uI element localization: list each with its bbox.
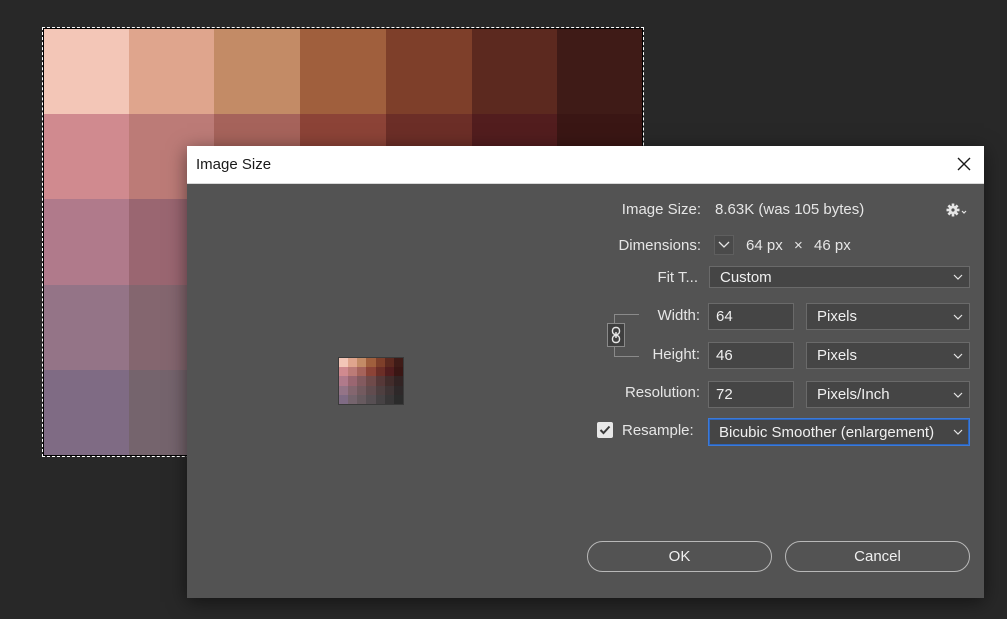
color-swatch [384, 385, 394, 395]
chevron-down-icon [953, 429, 963, 435]
height-label: Height: [652, 346, 700, 363]
color-swatch [375, 376, 385, 386]
color-swatch [339, 376, 349, 386]
color-swatch [300, 28, 386, 114]
color-swatch [339, 394, 349, 404]
chain-link-icon [611, 326, 621, 344]
resolution-input[interactable]: 72 [708, 381, 794, 408]
width-unit-dropdown[interactable]: Pixels [806, 303, 970, 330]
color-swatch [375, 385, 385, 395]
ok-button-label: OK [668, 548, 691, 565]
color-swatch [375, 394, 385, 404]
chevron-down-icon [953, 274, 963, 280]
fit-to-dropdown[interactable]: Custom [709, 266, 970, 288]
color-swatch [393, 358, 403, 368]
color-swatch [393, 385, 403, 395]
resolution-unit-value: Pixels/Inch [817, 386, 890, 403]
color-swatch [375, 358, 385, 368]
color-swatch [348, 358, 358, 368]
color-swatch [357, 394, 367, 404]
color-swatch [366, 358, 376, 368]
color-swatch [43, 28, 129, 114]
color-swatch [366, 385, 376, 395]
color-swatch [393, 367, 403, 377]
resample-label: Resample: [622, 422, 694, 439]
color-swatch [393, 394, 403, 404]
color-swatch [43, 113, 129, 200]
color-swatch [366, 376, 376, 386]
color-swatch [43, 284, 129, 371]
color-swatch [348, 385, 358, 395]
dimensions-unit-dropdown[interactable] [714, 235, 734, 255]
width-unit-value: Pixels [817, 308, 858, 325]
dialog-title: Image Size [196, 156, 272, 173]
color-swatch [366, 394, 376, 404]
settings-button[interactable] [946, 202, 968, 218]
resample-method-value: Bicubic Smoother (enlargement) [719, 423, 935, 441]
width-label: Width: [657, 307, 700, 324]
checkmark-icon [599, 425, 611, 435]
color-swatch [348, 367, 358, 377]
resample-method-dropdown[interactable]: Bicubic Smoother (enlargement) [708, 418, 970, 446]
dialog-titlebar[interactable]: Image Size [187, 146, 984, 184]
image-size-dialog: Image Size Image Size: 8.63K (was 105 by… [187, 146, 984, 598]
chevron-down-icon [953, 314, 963, 320]
chevron-down-icon [953, 353, 963, 359]
constrain-proportions-button[interactable] [607, 323, 625, 347]
fit-to-value: Custom [720, 268, 772, 286]
dimensions-height-value: 46 px [814, 237, 851, 254]
color-swatch [348, 394, 358, 404]
color-swatch [357, 385, 367, 395]
width-input[interactable]: 64 [708, 303, 794, 330]
image-preview[interactable] [338, 357, 404, 405]
image-size-label: Image Size: [621, 201, 701, 218]
color-swatch [339, 367, 349, 377]
color-swatch [385, 28, 472, 114]
close-button[interactable] [952, 152, 976, 176]
height-unit-value: Pixels [817, 347, 858, 364]
cancel-button[interactable]: Cancel [785, 541, 970, 572]
color-swatch [384, 367, 394, 377]
color-swatch [357, 376, 367, 386]
width-value: 64 [716, 308, 733, 325]
color-swatch [357, 367, 367, 377]
chevron-down-icon [953, 392, 963, 398]
image-size-value: 8.63K (was 105 bytes) [715, 201, 865, 218]
ok-button[interactable]: OK [587, 541, 772, 572]
preview-thumbnail [339, 358, 403, 404]
color-swatch [557, 28, 643, 114]
color-swatch [128, 28, 215, 114]
color-swatch [366, 367, 376, 377]
close-icon [957, 157, 971, 171]
resolution-label: Resolution: [624, 384, 700, 401]
height-input[interactable]: 46 [708, 342, 794, 369]
color-swatch [339, 385, 349, 395]
fit-to-label: Fit T... [657, 269, 698, 286]
dimensions-times: × [794, 237, 803, 254]
color-swatch [348, 376, 358, 386]
color-swatch [384, 358, 394, 368]
color-swatch [43, 199, 129, 285]
gear-icon [946, 203, 967, 217]
color-swatch [214, 28, 301, 114]
color-swatch [43, 370, 129, 456]
chevron-down-icon [718, 241, 730, 248]
color-swatch [384, 394, 394, 404]
color-swatch [384, 376, 394, 386]
resample-checkbox[interactable] [597, 422, 613, 438]
color-swatch [357, 358, 367, 368]
height-unit-dropdown[interactable]: Pixels [806, 342, 970, 369]
resolution-value: 72 [716, 386, 733, 403]
color-swatch [339, 358, 349, 368]
cancel-button-label: Cancel [854, 548, 901, 565]
color-swatch [375, 367, 385, 377]
color-swatch [393, 376, 403, 386]
dimensions-label: Dimensions: [618, 237, 701, 254]
height-value: 46 [716, 347, 733, 364]
resolution-unit-dropdown[interactable]: Pixels/Inch [806, 381, 970, 408]
dimensions-width-value: 64 px [746, 237, 783, 254]
color-swatch [471, 28, 558, 114]
